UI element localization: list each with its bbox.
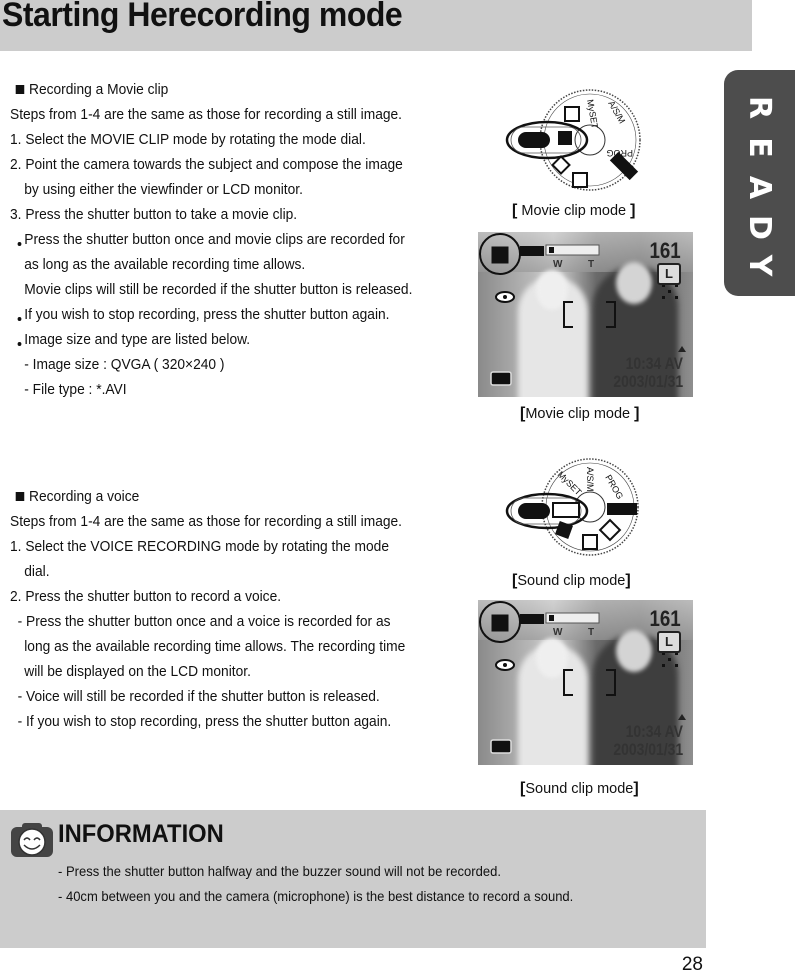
dot-bullet-icon xyxy=(17,342,22,346)
title-bar: Starting Herecording mode xyxy=(0,0,752,51)
text-line: will be displayed on the LCD monitor. xyxy=(24,664,251,680)
section-tab-ready: R E A D Y xyxy=(724,70,795,296)
smiling-camera-icon xyxy=(11,823,53,857)
focus-frame xyxy=(563,301,616,328)
text-line: - Voice will still be recorded if the sh… xyxy=(17,689,380,705)
voice-lines: Steps from 1-4 are the same as those for… xyxy=(10,510,405,735)
text-line: 1. Select the MOVIE CLIP mode by rotatin… xyxy=(10,132,366,148)
lcd-caption-voice: [Sound clip mode] xyxy=(520,780,639,797)
image-size-badge: L xyxy=(657,263,681,285)
movie-section: Recording a Movie clip Steps from 1-4 ar… xyxy=(10,78,412,403)
text-line: long as the available recording time all… xyxy=(24,639,406,655)
text-line: 2. Point the camera towards the subject … xyxy=(10,157,403,173)
text-line: - File type : *.AVI xyxy=(24,382,127,398)
text-line: 3. Press the shutter button to take a mo… xyxy=(10,207,298,223)
zoom-wide-label: W xyxy=(553,259,563,270)
page-title: Starting Herecording mode xyxy=(2,0,403,34)
text-line: Movie clips will still be recorded if th… xyxy=(24,282,413,298)
zoom-tele-label: T xyxy=(588,627,595,638)
square-bullet-icon xyxy=(15,85,25,94)
voice-section: Recording a voice Steps from 1-4 are the… xyxy=(10,485,405,735)
zoom-tele-label: T xyxy=(588,259,595,270)
zoom-wide-label: W xyxy=(553,627,563,638)
mode-icon xyxy=(491,614,509,632)
text-line: - If you wish to stop recording, press t… xyxy=(17,714,392,730)
voice-icon xyxy=(564,106,580,122)
voice-icon xyxy=(552,502,580,518)
movie-lines: Steps from 1-4 are the same as those for… xyxy=(10,103,412,403)
zoom-bar-fill xyxy=(549,247,554,253)
zoom-bar-fill xyxy=(549,615,554,621)
focus-frame xyxy=(563,669,616,696)
text-line: Steps from 1-4 are the same as those for… xyxy=(10,107,403,123)
dial-caption-movie: [ Movie clip mode ] xyxy=(512,202,636,219)
battery-icon xyxy=(520,246,544,256)
text-line: - Image size : QVGA ( 320×240 ) xyxy=(24,357,225,373)
lcd-time: 10:34 AV xyxy=(625,354,683,373)
text-line: If you wish to stop recording, press the… xyxy=(10,303,412,328)
mode-icon xyxy=(491,246,509,264)
mode-dial-voice: A/S/M MySET PROG xyxy=(505,458,639,556)
lcd-preview-movie: W T 161 L 10:34 AV 2003/01/31 xyxy=(478,232,693,397)
page-number: 28 xyxy=(681,954,703,975)
lcd-date: 2003/01/31 xyxy=(613,740,683,759)
lcd-date: 2003/01/31 xyxy=(613,372,683,391)
text-line: Press the shutter button once and movie … xyxy=(10,228,412,253)
information-box: INFORMATION - Press the shutter button h… xyxy=(0,810,706,948)
text-line: as long as the available recording time … xyxy=(24,257,306,273)
section-heading: Recording a Movie clip xyxy=(10,78,412,103)
text-line: - Press the shutter button once and a vo… xyxy=(17,614,391,630)
lcd-time: 10:34 AV xyxy=(625,722,683,741)
battery-icon xyxy=(520,614,544,624)
text-line: 1. Select the VOICE RECORDING mode by ro… xyxy=(10,539,389,555)
section-heading: Recording a voice xyxy=(10,485,405,510)
text-line: Steps from 1-4 are the same as those for… xyxy=(10,514,403,530)
information-title: INFORMATION xyxy=(58,820,224,848)
dot-bullet-icon xyxy=(17,242,22,246)
shots-remaining: 161 xyxy=(649,238,681,263)
lcd-preview-voice: W T 161 L 10:34 AV 2003/01/31 xyxy=(478,600,693,765)
image-size-badge: L xyxy=(657,631,681,653)
text-line: by using either the viewfinder or LCD mo… xyxy=(24,182,303,198)
dial-caption-voice: [Sound clip mode] xyxy=(512,572,631,589)
mode-dial-movie: MySET A/S/M PROG xyxy=(505,89,641,191)
dot-bullet-icon xyxy=(17,317,22,321)
info-line: - 40cm between you and the camera (micro… xyxy=(58,888,574,904)
text-line: Image size and type are listed below. xyxy=(10,328,412,353)
quality-icon xyxy=(490,739,512,754)
shots-remaining: 161 xyxy=(649,606,681,631)
side-tab-letter: Y xyxy=(742,254,777,277)
movie-camera-icon xyxy=(558,131,572,145)
text-line: dial. xyxy=(24,564,50,580)
info-line: - Press the shutter button halfway and t… xyxy=(58,863,501,879)
svg-text:A/S/M: A/S/M xyxy=(585,467,595,492)
text-line: 2. Press the shutter button to record a … xyxy=(10,589,282,605)
quality-icon xyxy=(490,371,512,386)
square-bullet-icon xyxy=(15,492,25,501)
lcd-caption-movie: [Movie clip mode ] xyxy=(520,405,640,422)
